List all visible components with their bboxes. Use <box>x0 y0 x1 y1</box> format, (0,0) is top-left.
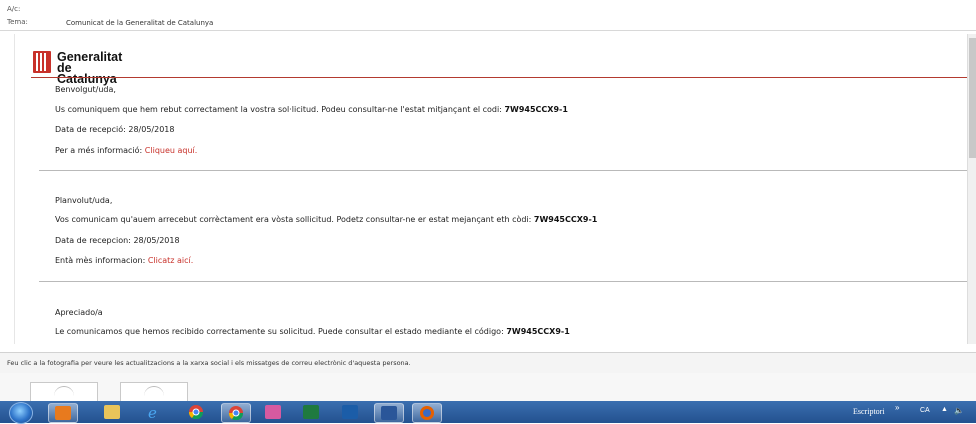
windows-start-icon[interactable] <box>9 402 33 424</box>
spanish-body-text: Le comunicamos que hemos recibido correc… <box>55 327 504 336</box>
catalan-body-text: Us comuniquem que hem rebut correctament… <box>55 105 502 114</box>
taskbar-chrome-2[interactable] <box>221 403 251 423</box>
paint-icon <box>265 405 281 419</box>
word-icon <box>381 406 397 420</box>
people-pane <box>0 373 976 402</box>
aranese-link[interactable]: Clicatz aicí. <box>148 256 194 265</box>
message-body: Generalitat de Catalunya Benvolgut/uda, … <box>14 34 976 344</box>
taskbar-paint[interactable] <box>259 403 287 421</box>
file-explorer-icon <box>104 405 120 419</box>
taskbar-outlook[interactable] <box>48 403 78 423</box>
section-divider <box>39 170 967 171</box>
catalan-greeting: Benvolgut/uda, <box>55 85 116 94</box>
taskbar-internet-explorer[interactable]: e <box>140 403 168 421</box>
subject-label: Tema: <box>7 18 28 26</box>
chrome-icon <box>188 405 204 419</box>
cc-label: A/c: <box>7 5 21 13</box>
message-header: A/c: Tema: Comunicat de la Generalitat d… <box>0 0 976 31</box>
catalan-info: Per a més informació: Cliqueu aquí. <box>55 146 197 155</box>
taskbar-excel[interactable] <box>297 403 325 421</box>
subject-value: Comunicat de la Generalitat de Catalunya <box>66 19 214 27</box>
aranese-info: Entà mès informacion: Clicatz aicí. <box>55 256 193 265</box>
chrome-icon <box>228 406 244 420</box>
people-pane-bar: Feu clic a la fotografia per veure les a… <box>0 352 976 374</box>
aranese-body: Vos comunicam qu'auem arrecebut corrècta… <box>55 215 597 224</box>
logo-line2: de Catalunya <box>57 61 117 86</box>
taskbar-word[interactable] <box>374 403 404 423</box>
aranese-body-text: Vos comunicam qu'auem arrecebut corrècta… <box>55 215 532 224</box>
outlook-icon <box>55 406 71 420</box>
catalan-code: 7W945CCX9-1 <box>504 105 568 114</box>
scrollbar-thumb[interactable] <box>969 38 976 158</box>
firefox-icon <box>420 406 434 420</box>
logo-text: Generalitat de Catalunya <box>57 51 122 86</box>
catalan-body: Us comuniquem que hem rebut correctament… <box>55 105 568 114</box>
contact-silhouette-icon <box>144 386 164 397</box>
contact-silhouette-icon <box>54 386 74 397</box>
taskbar-chrome[interactable] <box>182 403 210 421</box>
windows-taskbar: e Escriptori » CA ▲ 🔈 <box>0 401 976 424</box>
catalan-link[interactable]: Cliqueu aquí. <box>145 146 198 155</box>
catalan-date: Data de recepció: 28/05/2018 <box>55 125 175 134</box>
desktop-chevron-icon[interactable]: » <box>895 403 899 412</box>
show-hidden-icons-icon[interactable]: ▲ <box>941 406 948 413</box>
desktop-label[interactable]: Escriptori <box>853 407 885 416</box>
aranese-info-label: Entà mès informacion: <box>55 256 146 265</box>
svg-text:e: e <box>148 405 157 419</box>
spanish-code: 7W945CCX9-1 <box>506 327 570 336</box>
header-divider <box>31 77 967 78</box>
app-icon <box>342 405 358 419</box>
aranese-code: 7W945CCX9-1 <box>533 215 598 224</box>
catalan-info-label: Per a més informació: <box>55 146 143 155</box>
message-scrollbar[interactable] <box>967 34 976 344</box>
internet-explorer-icon: e <box>148 405 157 419</box>
spanish-greeting: Apreciado/a <box>55 308 103 317</box>
volume-icon[interactable]: 🔈 <box>954 406 964 415</box>
section-divider <box>39 281 967 282</box>
aranese-greeting: Planvolut/uda, <box>55 196 113 205</box>
language-indicator[interactable]: CA <box>920 407 930 414</box>
contact-photo[interactable] <box>120 382 188 402</box>
excel-icon <box>303 405 319 419</box>
spanish-body: Le comunicamos que hemos recibido correc… <box>55 327 570 336</box>
aranese-date: Data de recepcion: 28/05/2018 <box>55 236 180 245</box>
generalitat-logo-icon <box>33 51 51 73</box>
contact-photo[interactable] <box>30 382 98 402</box>
taskbar-firefox[interactable] <box>412 403 442 423</box>
taskbar-app[interactable] <box>336 403 364 421</box>
taskbar-file-explorer[interactable] <box>98 403 126 421</box>
people-pane-hint: Feu clic a la fotografia per veure les a… <box>7 359 411 367</box>
